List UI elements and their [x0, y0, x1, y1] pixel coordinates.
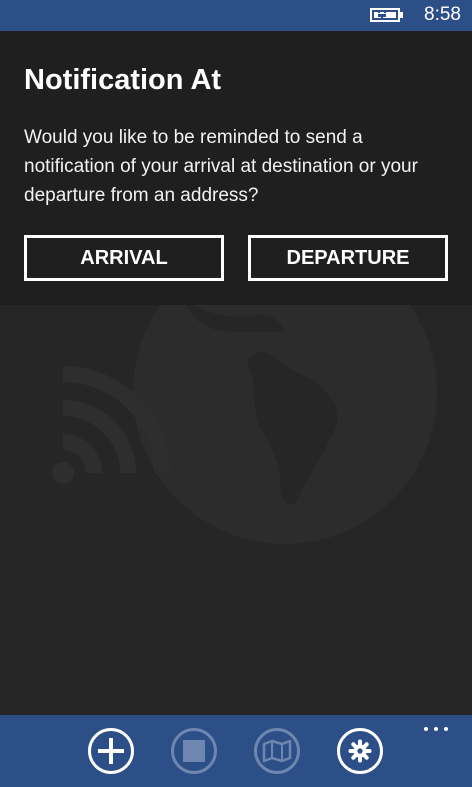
- settings-icon: [348, 739, 372, 763]
- stop-icon: [183, 740, 205, 762]
- app-bar: [0, 715, 472, 787]
- dialog-title: Notification At: [24, 64, 222, 96]
- stop-button[interactable]: [171, 728, 217, 774]
- dialog-message: Would you like to be reminded to send a …: [24, 127, 418, 206]
- status-time: 8:58: [424, 4, 461, 25]
- map-icon: [262, 739, 292, 763]
- globe-signal-icon: [52, 260, 437, 544]
- more-dots-icon[interactable]: [422, 725, 450, 733]
- settings-button[interactable]: [337, 728, 383, 774]
- battery-charging-icon: [370, 8, 403, 22]
- add-icon: [98, 738, 124, 764]
- status-bar: 8:58: [0, 0, 472, 31]
- add-button[interactable]: [88, 728, 134, 774]
- arrival-button[interactable]: ARRIVAL: [24, 235, 224, 281]
- departure-button[interactable]: DEPARTURE: [248, 235, 448, 281]
- map-button[interactable]: [254, 728, 300, 774]
- notification-dialog: Notification At Would you like to be rem…: [0, 31, 472, 305]
